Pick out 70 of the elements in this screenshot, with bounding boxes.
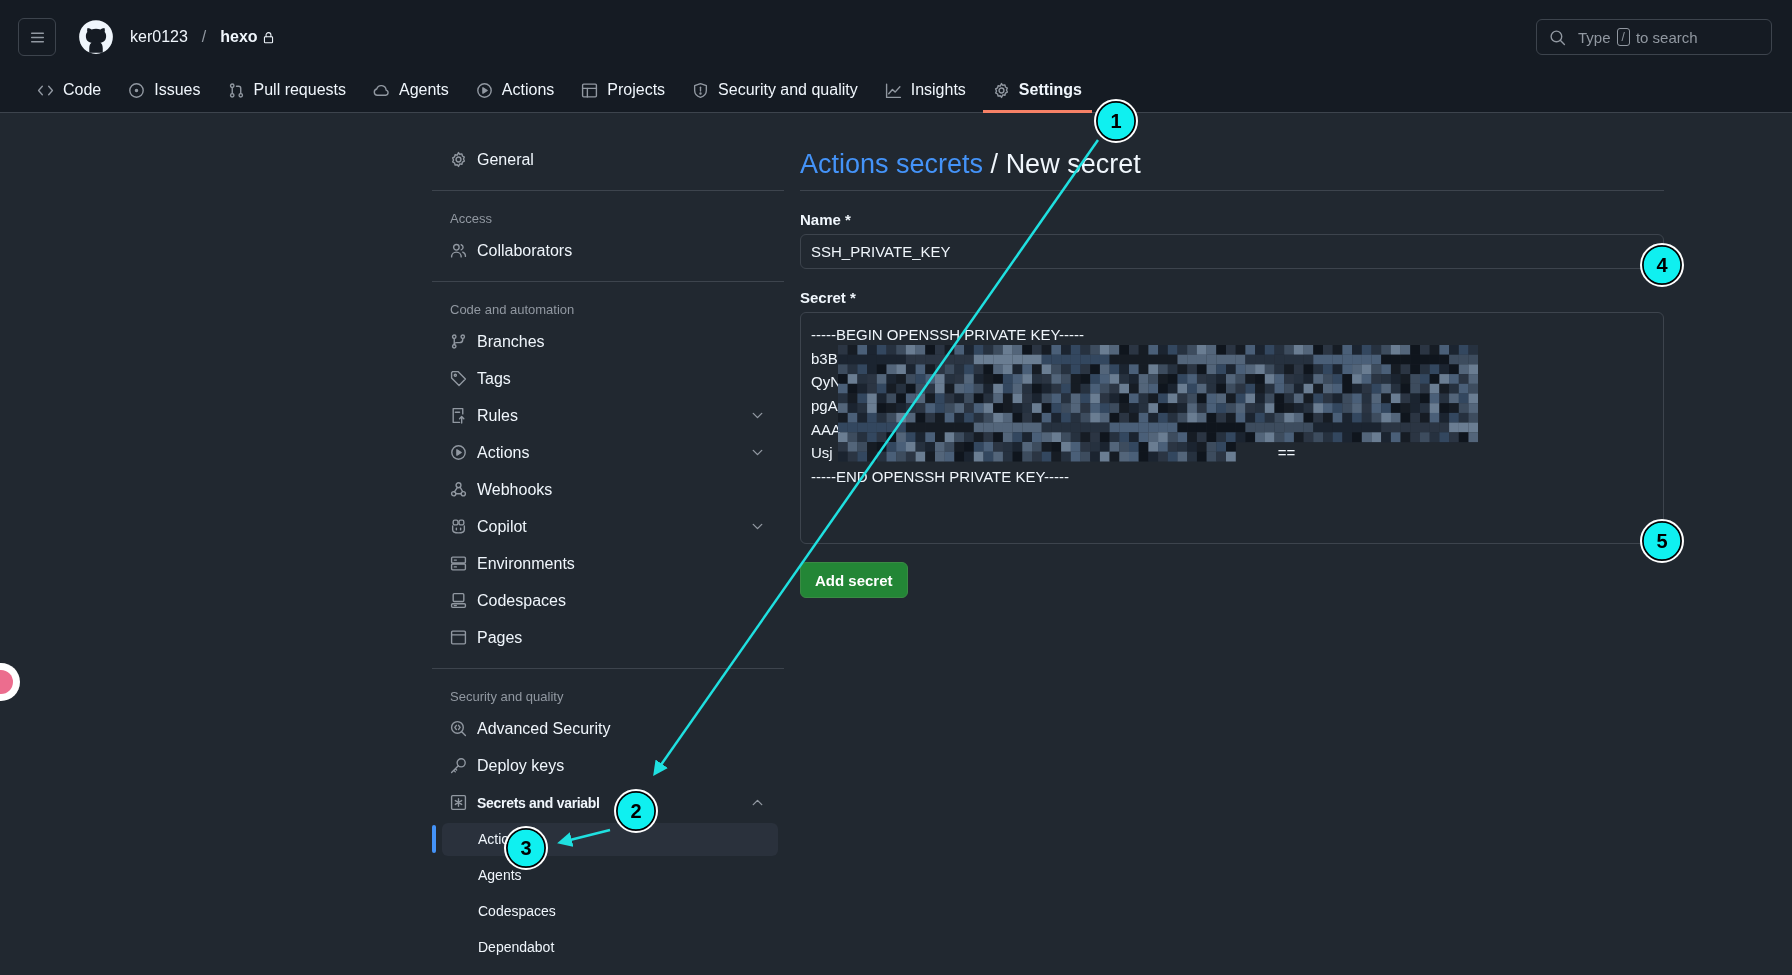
laptop-icon — [450, 592, 467, 609]
annotation-arrow — [557, 828, 611, 847]
browser-icon — [450, 629, 467, 646]
play-icon — [450, 444, 467, 461]
search-field[interactable]: Type / to search — [1536, 19, 1772, 55]
owner-link[interactable]: ker0123 — [130, 28, 188, 46]
play-icon — [475, 81, 493, 99]
sidebar-item[interactable]: Branches — [450, 332, 545, 351]
step-number-badge: 4 — [1640, 243, 1684, 287]
gear-icon — [992, 81, 1010, 99]
step-number-badge: 1 — [1094, 99, 1138, 143]
tag-icon — [450, 370, 467, 387]
sidebar-subitem[interactable]: Codespaces — [442, 894, 778, 928]
sidebar-subitem[interactable]: Agents — [442, 858, 778, 892]
repo-tab[interactable]: Pull requests — [217, 74, 356, 113]
search-icon — [1549, 28, 1566, 46]
menu-button[interactable] — [18, 18, 56, 56]
shortcut-key: / — [1616, 28, 1630, 46]
sidebar-item[interactable]: Actions — [450, 443, 530, 462]
octocat-logo-icon[interactable] — [78, 19, 114, 55]
section-heading: Access — [449, 210, 493, 228]
shield-icon — [692, 81, 710, 99]
sidebar-item[interactable]: Tags — [450, 369, 511, 388]
gear-icon — [450, 151, 467, 168]
table-icon — [581, 81, 599, 99]
field-label: Secret * — [800, 289, 857, 306]
sidebar-item[interactable]: Copilot — [450, 517, 527, 536]
field-label: Name * — [800, 211, 852, 228]
graph-icon — [884, 81, 902, 99]
rules-icon — [450, 407, 467, 424]
pr-icon — [227, 81, 245, 99]
section-heading: Security and quality — [449, 688, 565, 706]
lock-icon — [261, 30, 275, 44]
step-number-badge: 2 — [614, 789, 658, 833]
server-icon — [450, 555, 467, 572]
repo-tab[interactable]: Actions — [465, 74, 565, 113]
sidebar-item[interactable]: Rules — [450, 406, 518, 425]
repo-tab[interactable]: Issues — [118, 74, 211, 113]
section-heading: Code and automation — [449, 301, 576, 319]
repo-tab[interactable]: Agents — [363, 74, 459, 113]
webhook-icon — [450, 481, 467, 498]
crumb-separator: / — [990, 149, 999, 179]
sidebar-item[interactable]: General — [450, 150, 534, 169]
selection-indicator — [432, 825, 436, 853]
sidebar-item[interactable]: Webhooks — [450, 480, 553, 499]
sidebar-item[interactable]: Secrets and variabl — [450, 794, 600, 811]
sidebar-item[interactable]: Deploy keys — [450, 756, 565, 775]
repo-link[interactable]: hexo — [220, 28, 258, 46]
breadcrumb-link[interactable]: Actions secrets — [800, 149, 984, 179]
branch-icon — [450, 333, 467, 350]
copilot-icon — [450, 518, 467, 535]
sidebar-item[interactable]: Collaborators — [450, 241, 573, 260]
repo-tab[interactable]: Insights — [874, 74, 976, 113]
issue-icon — [128, 81, 146, 99]
sidebar-item[interactable]: Environments — [450, 554, 575, 573]
repo-tab[interactable]: Security and quality — [682, 74, 868, 113]
repo-tab[interactable]: Code — [27, 74, 112, 113]
step-number-badge: 5 — [1640, 519, 1684, 563]
sidebar-item[interactable]: Codespaces — [450, 591, 566, 610]
repo-tab[interactable]: Settings — [982, 74, 1092, 113]
add-secret-button[interactable]: Add secret — [800, 562, 908, 598]
asterisk-icon — [450, 794, 467, 811]
sidebar-subitem[interactable]: Dependabot — [442, 930, 778, 964]
sidebar-item[interactable]: Advanced Security — [450, 719, 611, 738]
people-icon — [450, 242, 467, 259]
key-icon — [450, 757, 467, 774]
search-code-icon — [450, 720, 467, 737]
repo-tab[interactable]: Projects — [571, 74, 676, 113]
sidebar-item[interactable]: Pages — [450, 628, 523, 647]
path-separator: / — [201, 28, 207, 46]
